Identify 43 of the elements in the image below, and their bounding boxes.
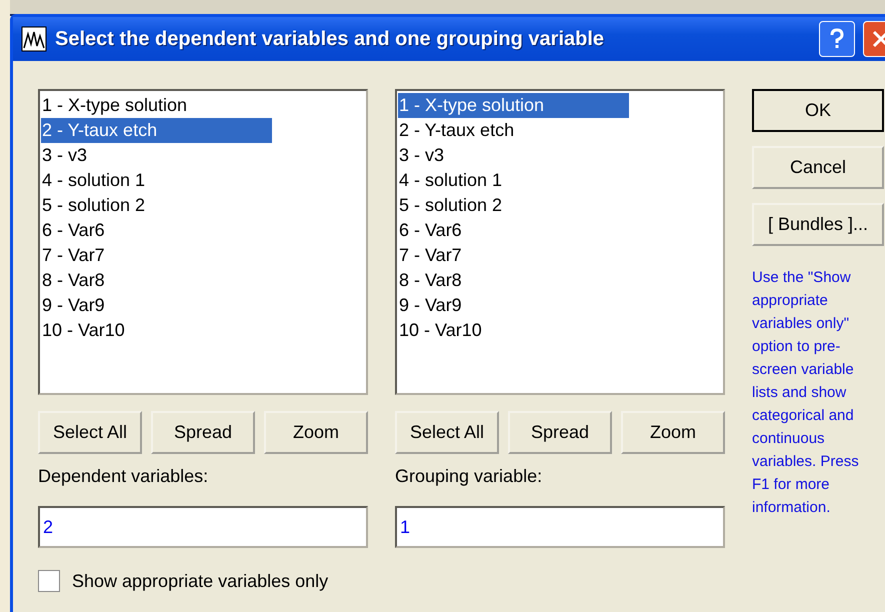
window-title: Select the dependent variables and one grouping variable bbox=[55, 28, 606, 50]
list-item[interactable]: 8 - Var8 bbox=[41, 268, 272, 293]
list-item[interactable]: 6 - Var6 bbox=[41, 218, 272, 243]
list-item[interactable]: 5 - solution 2 bbox=[41, 193, 272, 218]
list-item[interactable]: 3 - v3 bbox=[41, 143, 272, 168]
list-item[interactable]: 9 - Var9 bbox=[41, 293, 272, 318]
list-item[interactable]: 3 - v3 bbox=[398, 143, 629, 168]
input-field[interactable]: 1 bbox=[395, 506, 725, 548]
list-item[interactable]: 4 - solution 1 bbox=[41, 168, 272, 193]
chart-icon bbox=[21, 26, 47, 52]
help-button[interactable] bbox=[819, 21, 855, 57]
variable-list[interactable]: 1 - X-type solution 2 - Y-taux etch 3 - v3 4 - solution 1 5 - solution 2 6 - Var6 7 - Var7 8 - Var8 9 - Var9 10 - Var10 bbox=[38, 89, 368, 395]
list-item[interactable]: 8 - Var8 bbox=[398, 268, 629, 293]
action-button[interactable]: Zoom bbox=[264, 411, 368, 454]
hint-text: Use the "Show appropriate variables only" option to pre-screen variable lists and show categorical and continuous variables. Press F1 for more information. bbox=[752, 268, 860, 518]
checkbox-label: Show appropriate variables only bbox=[72, 570, 328, 592]
field-label: Dependent variables: bbox=[38, 466, 210, 488]
help-icon bbox=[829, 28, 845, 50]
dialog-button[interactable]: [ Bundles ]... bbox=[752, 203, 884, 246]
action-button[interactable]: Spread bbox=[151, 411, 255, 454]
action-button[interactable]: Zoom bbox=[621, 411, 725, 454]
variable-list[interactable]: 1 - X-type solution 2 - Y-taux etch 3 - v3 4 - solution 1 5 - solution 2 6 - Var6 7 - Var7 8 - Var8 9 - Var9 10 - Var10 bbox=[395, 89, 725, 395]
list-item[interactable]: 1 - X-type solution bbox=[398, 93, 629, 118]
action-button[interactable]: Spread bbox=[508, 411, 612, 454]
list-item[interactable]: 10 - Var10 bbox=[398, 318, 629, 343]
checkbox[interactable] bbox=[38, 570, 60, 592]
action-button[interactable]: Select All bbox=[395, 411, 499, 454]
list-item[interactable]: 2 - Y-taux etch bbox=[41, 118, 272, 143]
dialog-button[interactable]: Cancel bbox=[752, 146, 884, 189]
field-label: Grouping variable: bbox=[395, 466, 544, 488]
list-item[interactable]: 9 - Var9 bbox=[398, 293, 629, 318]
action-button[interactable]: Select All bbox=[38, 411, 142, 454]
input-field[interactable]: 2 bbox=[38, 506, 368, 548]
list-item[interactable]: 2 - Y-taux etch bbox=[398, 118, 629, 143]
close-icon bbox=[872, 30, 885, 48]
list-item[interactable]: 5 - solution 2 bbox=[398, 193, 629, 218]
dialog-button[interactable]: OK bbox=[752, 89, 884, 132]
list-item[interactable]: 6 - Var6 bbox=[398, 218, 629, 243]
list-item[interactable]: 7 - Var7 bbox=[398, 243, 629, 268]
list-item[interactable]: 1 - X-type solution bbox=[41, 93, 272, 118]
list-item[interactable]: 10 - Var10 bbox=[41, 318, 272, 343]
list-item[interactable]: 4 - solution 1 bbox=[398, 168, 629, 193]
list-item[interactable]: 7 - Var7 bbox=[41, 243, 272, 268]
